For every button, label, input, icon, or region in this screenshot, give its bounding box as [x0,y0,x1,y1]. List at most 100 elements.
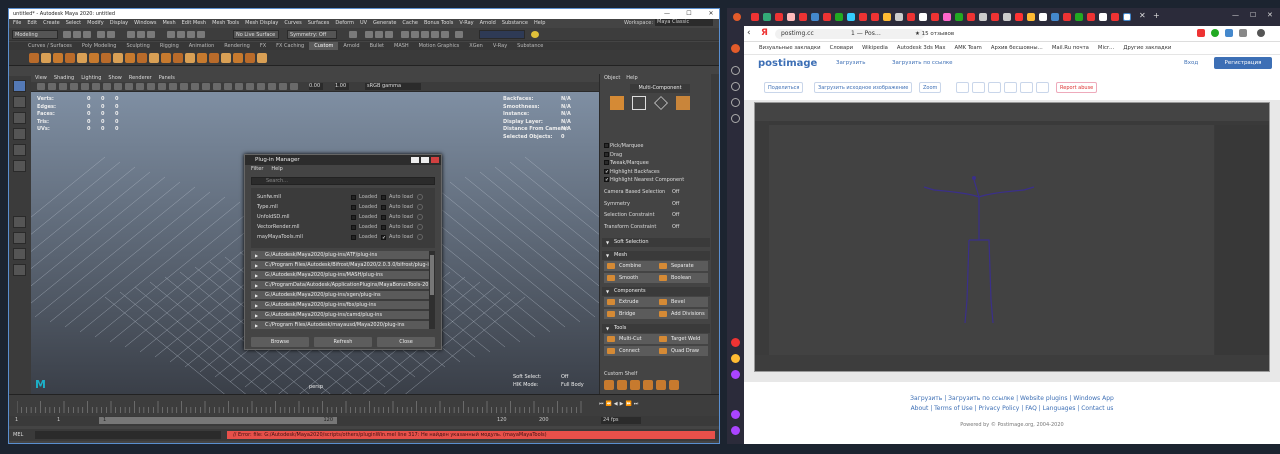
option-checkbox[interactable]: ✓ [604,177,609,183]
bevel-button[interactable]: Bevel [656,297,708,307]
bookmark-item[interactable]: Словари [830,42,854,54]
workspace-selector[interactable]: Workspace: Maya Classic [624,19,713,28]
panel-tool-icon[interactable] [125,83,133,90]
workspace-dropdown[interactable]: Maya Classic [655,19,713,26]
rotate-tool-icon[interactable] [13,144,26,156]
loaded-checkbox[interactable] [351,215,356,220]
browse-button[interactable]: Browse [251,337,309,347]
add-divisions-button[interactable]: Add Divisions [656,309,708,319]
tab-icon[interactable] [1051,13,1059,21]
option-checkbox[interactable] [604,151,609,157]
end-time[interactable]: 200 [539,417,549,423]
minimize-icon[interactable]: — [657,9,677,19]
bookmark-item[interactable]: Mail.Ru почта [1052,42,1089,54]
shelf-tab[interactable]: XGen [464,42,488,50]
shelf-tab[interactable]: FX [255,42,271,50]
tab-icon[interactable] [967,13,975,21]
tab-icon[interactable] [847,13,855,21]
plugin-menu-item[interactable]: Filter [251,165,263,173]
video-icon[interactable] [731,114,740,123]
new-tab-icon[interactable]: + [1153,11,1160,20]
twitter-icon[interactable] [972,82,985,93]
shelf-tab[interactable]: Motion Graphics [414,42,465,50]
shelf-tab[interactable]: Custom [309,42,339,50]
arnold-settings-icon[interactable] [441,31,449,38]
shelf-tab[interactable]: Curves / Surfaces [23,42,77,50]
report-abuse-button[interactable]: Report abuse [1056,82,1098,93]
lock-icon[interactable] [455,31,463,38]
shelf-tab[interactable]: Poly Modeling [77,42,122,50]
render-icon[interactable] [365,31,373,38]
menu-item[interactable]: Help [534,19,545,28]
redo-icon[interactable] [107,31,115,38]
panel-menu-item[interactable]: Lighting [81,74,101,82]
select-component-icon[interactable] [147,31,155,38]
minimize-icon[interactable] [411,157,419,163]
menu-item[interactable]: Mesh Tools [212,19,239,28]
autoload-checkbox[interactable] [381,205,386,210]
menu-item[interactable]: Edit Mesh [182,19,206,28]
music-icon[interactable] [731,98,740,107]
plugin-path-row[interactable]: G:/Autodesk/Maya2020/plug-ins/camd/plug-… [251,311,429,320]
play-back-icon[interactable]: ◀ [614,401,618,409]
option-checkbox[interactable] [604,160,609,165]
panel-tool-icon[interactable] [169,83,177,90]
shelf-tool-icon[interactable] [149,53,159,63]
app-icon[interactable] [731,370,740,379]
shelf-tab[interactable]: Rigging [155,42,184,50]
tab-icon[interactable] [1063,13,1071,21]
autoload-checkbox[interactable]: ✓ [381,235,386,241]
bookmark-item[interactable]: Micr… [1098,42,1114,54]
zoom-button[interactable]: Zoom [919,82,942,93]
side-tabs[interactable] [711,74,719,394]
shelf-tab[interactable]: Bullet [365,42,389,50]
close-tab-icon[interactable]: ✕ [1139,11,1146,20]
live-surface-field[interactable]: No Live Surface [233,30,279,39]
autoload-checkbox[interactable] [381,195,386,200]
option-checkbox[interactable]: ✓ [604,168,609,174]
menu-item[interactable]: Display [110,19,128,28]
tab-icon[interactable] [979,13,987,21]
quad-draw-button[interactable]: Quad Draw [656,346,708,356]
shelf-tab[interactable]: FX Caching [271,42,309,50]
history-icon[interactable] [349,31,357,38]
tab-icon[interactable] [1015,13,1023,21]
menu-item[interactable]: File [13,19,21,28]
panel-tool-icon[interactable] [257,83,265,90]
panel-menu-item[interactable]: Shading [54,74,74,82]
menu-item[interactable]: V-Ray [459,19,473,28]
boolean-button[interactable]: Boolean [656,273,708,283]
shelf-item-icon[interactable] [643,380,653,390]
setting-value[interactable]: Off [672,211,679,220]
shelf-tool-icon[interactable] [173,53,183,63]
smooth-button[interactable]: Smooth [604,273,656,283]
shelf-tool-icon[interactable] [65,53,75,63]
shelf-tool-icon[interactable] [185,53,195,63]
face-mode-icon[interactable] [676,96,690,110]
postimage-logo[interactable]: postimage [758,58,817,69]
bookmark-icon[interactable] [1239,29,1247,37]
gamma-field[interactable]: 1.00 [335,83,349,90]
command-input[interactable] [35,431,221,439]
range-end[interactable]: 120 [497,417,507,423]
go-end-icon[interactable]: ⏭ [634,401,639,409]
menu-item[interactable]: Mesh [162,19,175,28]
tab-icon[interactable] [943,13,951,21]
maximize-icon[interactable]: ☐ [1250,11,1256,19]
shelf-item-icon[interactable] [630,380,640,390]
info-icon[interactable] [417,214,423,220]
transform-dropdown[interactable] [479,30,525,39]
panel-menu-item[interactable]: Panels [159,74,175,82]
menu-item[interactable]: Curves [284,19,301,28]
loaded-checkbox[interactable] [351,195,356,200]
panel-tool-icon[interactable] [224,83,232,90]
tab-icon[interactable] [835,13,843,21]
shelf-tool-icon[interactable] [41,53,51,63]
plugin-path-row[interactable]: G:/Autodesk/Maya2020/plug-ins/xgen/plug-… [251,291,429,300]
arnold-icon[interactable] [421,31,429,38]
step-forward-icon[interactable]: ⏩ [625,401,631,409]
shelf-tool-icon[interactable] [257,53,267,63]
panel-tool-icon[interactable] [70,83,78,90]
setting-value[interactable]: Off [672,188,679,197]
color-space-dropdown[interactable]: sRGB gamma [365,83,421,90]
